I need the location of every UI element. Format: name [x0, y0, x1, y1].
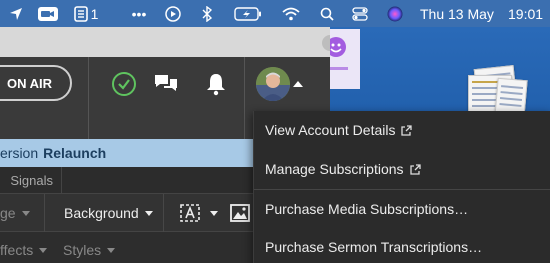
insert-image-button[interactable] [230, 194, 250, 232]
text-box-icon [180, 204, 200, 222]
on-air-button[interactable]: ON AIR [0, 65, 72, 101]
siri-icon[interactable] [385, 0, 405, 27]
external-link-icon [401, 124, 413, 136]
text-box-button[interactable] [180, 194, 218, 232]
styles-dropdown[interactable]: Styles [63, 232, 116, 263]
zoom-video-icon[interactable] [36, 0, 60, 27]
bluetooth-icon[interactable] [199, 0, 215, 27]
menu-item-purchase-sermon-transcriptions[interactable]: Purchase Sermon Transcriptions… [254, 228, 550, 263]
background-dropdown[interactable]: Background [64, 194, 153, 232]
status-check-icon[interactable] [110, 70, 138, 98]
menu-item-manage-subscriptions[interactable]: Manage Subscriptions [254, 150, 550, 188]
user-avatar[interactable] [256, 67, 290, 101]
control-center-icon[interactable] [350, 0, 370, 27]
location-arrow-icon[interactable] [5, 0, 27, 27]
chevron-down-icon [107, 247, 116, 253]
window-control-icon[interactable] [322, 35, 330, 51]
image-icon [230, 204, 250, 222]
effects-dropdown[interactable]: ffects [0, 232, 48, 263]
relaunch-link[interactable]: Relaunch [43, 145, 106, 161]
play-circle-icon[interactable] [163, 0, 183, 27]
menu-item-purchase-media-subscriptions[interactable]: Purchase Media Subscriptions… [254, 190, 550, 228]
overflow-dots-icon[interactable]: ••• [124, 0, 154, 27]
macos-menu-bar: 1 ••• Thu 13 May 19:01 [0, 0, 550, 27]
window-titlebar[interactable] [0, 27, 330, 57]
notes-stack-icon[interactable]: 1 [70, 0, 102, 27]
chat-bubbles-icon[interactable] [152, 70, 180, 98]
chevron-down-icon [210, 210, 218, 216]
menubar-time[interactable]: 19:01 [508, 0, 548, 27]
menu-item-view-account-details[interactable]: View Account Details [254, 111, 550, 149]
account-menu: View Account Details Manage Subscription… [253, 111, 550, 263]
toolbar-divider [44, 194, 45, 232]
banner-text: ersion [0, 145, 39, 161]
chevron-down-icon [39, 247, 48, 253]
toolbar-divider [88, 57, 89, 139]
chevron-down-icon [21, 210, 30, 216]
battery-charging-icon[interactable] [232, 0, 264, 27]
notes-count: 1 [90, 5, 99, 22]
toolbar-divider [163, 194, 164, 232]
image-dropdown[interactable]: ge [0, 194, 30, 232]
tab-signals[interactable]: Signals [0, 167, 62, 194]
spotlight-search-icon[interactable] [318, 0, 336, 27]
chevron-down-icon [144, 210, 153, 216]
toolbar-divider [244, 57, 245, 139]
account-caret-icon[interactable] [292, 79, 304, 89]
wifi-icon[interactable] [281, 0, 301, 27]
external-link-icon [409, 163, 421, 175]
notification-bell-icon[interactable] [202, 69, 230, 99]
menubar-date[interactable]: Thu 13 May [420, 0, 500, 27]
